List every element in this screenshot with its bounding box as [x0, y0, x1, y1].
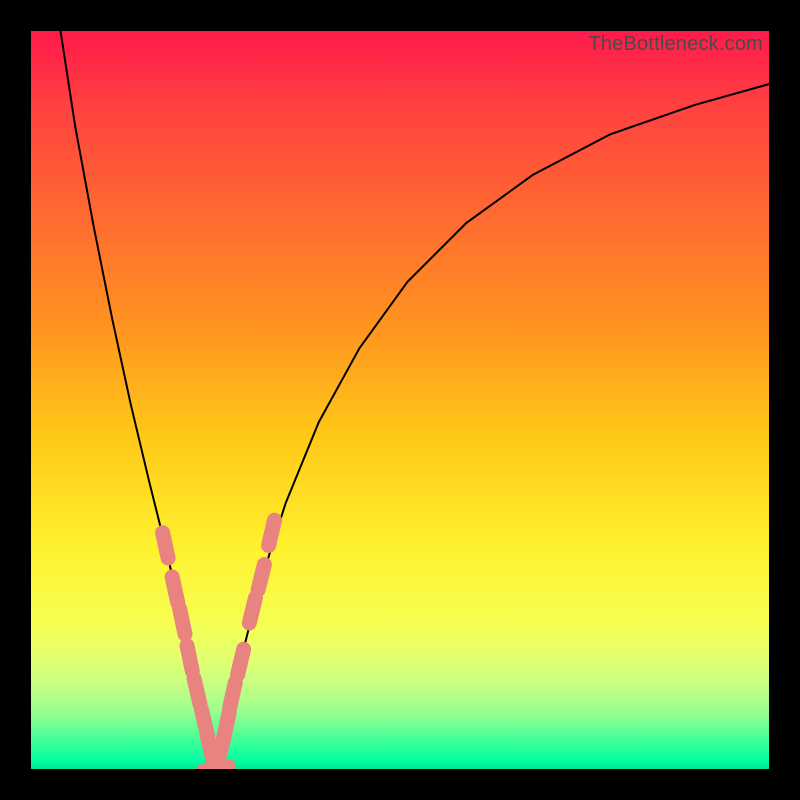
sample-point-marker: [269, 520, 275, 545]
sample-point-marker: [203, 767, 228, 770]
curve-right-path: [216, 84, 770, 769]
sample-point-marker: [238, 649, 244, 674]
sample-point-marker: [180, 609, 185, 634]
sample-point-marker: [230, 683, 236, 708]
chart-svg: [31, 31, 769, 769]
curve-group: [61, 31, 770, 769]
sample-point-marker: [249, 598, 255, 623]
sample-point-marker: [187, 646, 192, 671]
sample-point-marker: [163, 533, 169, 558]
marker-group: [163, 520, 275, 769]
sample-point-marker: [258, 565, 264, 590]
sample-point-marker: [194, 679, 200, 704]
sample-point-marker: [172, 577, 178, 602]
sample-point-marker: [224, 712, 230, 737]
plot-area: TheBottleneck.com: [31, 31, 769, 769]
chart-root: TheBottleneck.com: [0, 0, 800, 800]
